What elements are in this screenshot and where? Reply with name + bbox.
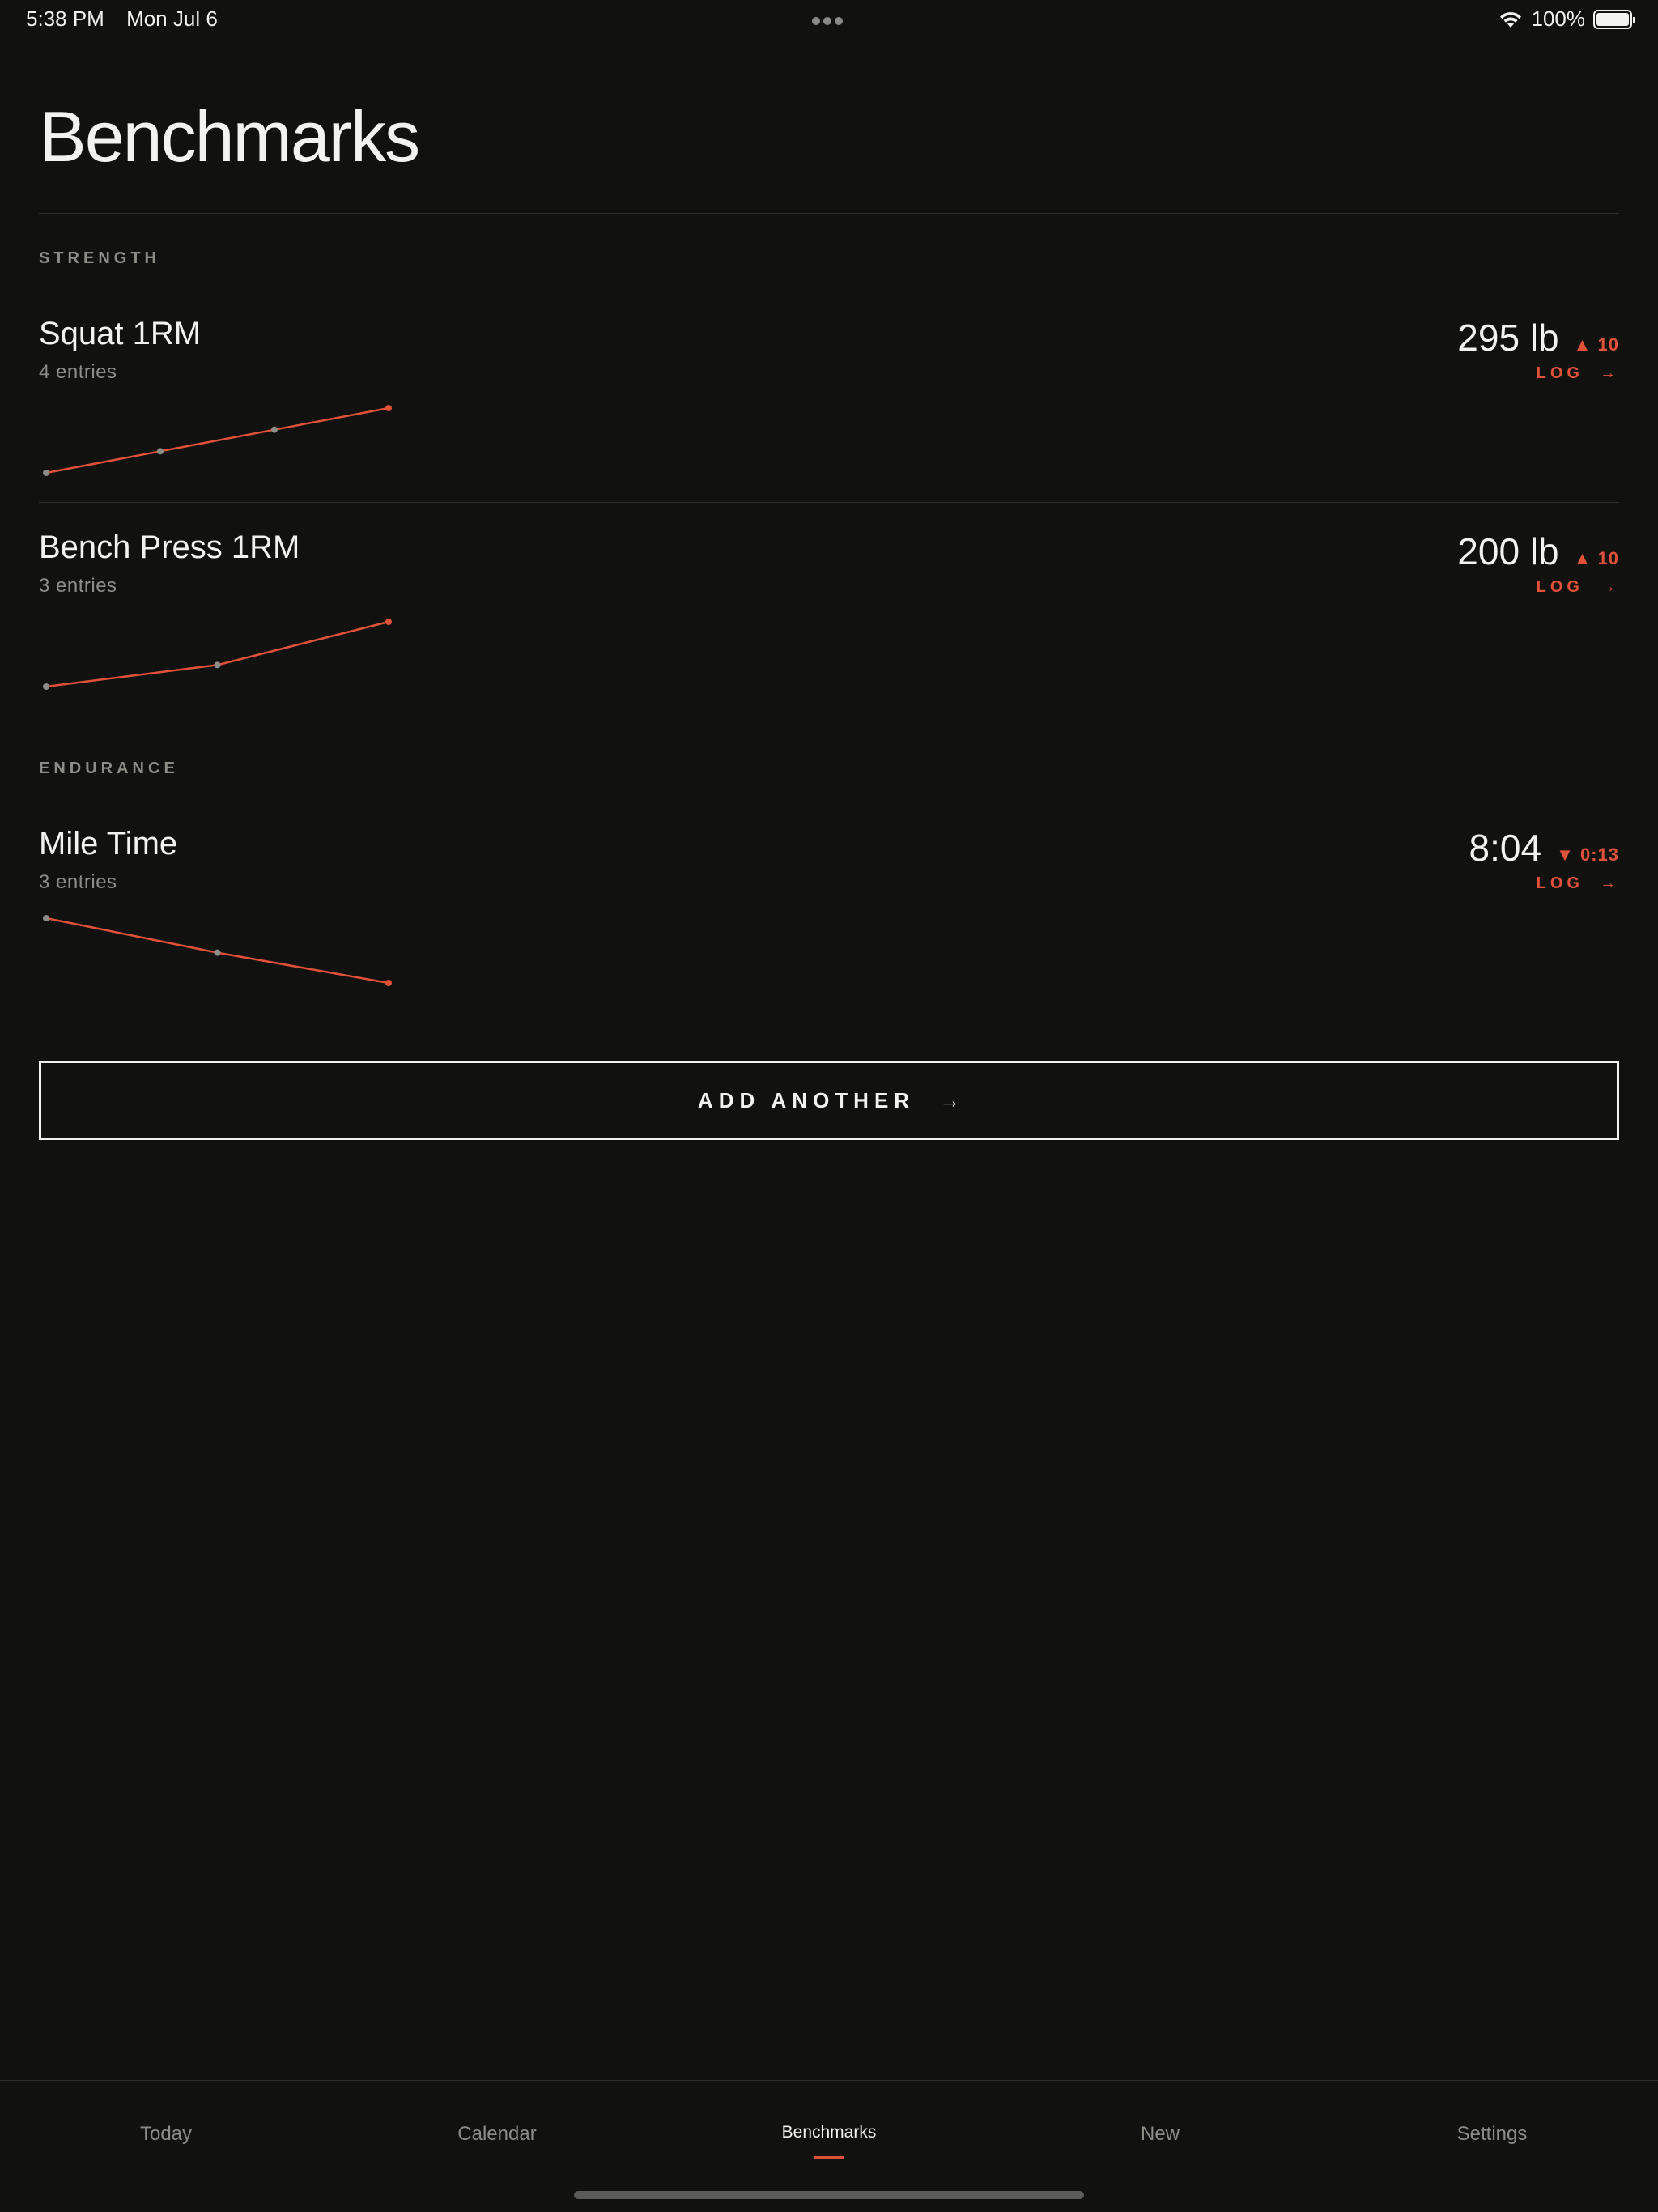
log-button-label: LOG [1536, 578, 1584, 596]
trend-point [385, 619, 392, 625]
benchmark-name: Squat 1RM [39, 316, 202, 351]
trend-point [385, 980, 392, 986]
benchmark-value: 295 lb [1457, 317, 1559, 359]
tab-calendar[interactable]: Calendar [376, 2123, 619, 2146]
tab-new[interactable]: New [1039, 2123, 1282, 2146]
home-indicator[interactable] [574, 2191, 1084, 2199]
wifi-icon [1499, 11, 1521, 28]
trend-point [271, 426, 278, 433]
benchmark-name: Bench Press 1RM [39, 530, 300, 565]
status-time-date: 5:38 PM Mon Jul 6 [26, 6, 234, 32]
benchmark-value-row: 295 lb ▲ 10 [1457, 316, 1619, 359]
benchmark-value: 200 lb [1457, 530, 1559, 572]
log-button[interactable]: LOG → [1537, 578, 1616, 597]
add-another-label: ADD ANOTHER [697, 1087, 916, 1112]
row-divider [39, 502, 1619, 503]
arrow-right-icon: → [1600, 874, 1616, 892]
trend-line [45, 406, 389, 474]
trend-sparkline [43, 405, 392, 476]
arrow-right-icon: → [1600, 364, 1616, 382]
benchmark-name: Mile Time [39, 826, 178, 861]
benchmark-entries: 3 entries [39, 871, 117, 893]
tab-today[interactable]: Today [45, 2123, 287, 2146]
status-date: Mon Jul 6 [126, 6, 218, 31]
arrow-right-icon: → [1600, 578, 1616, 596]
trend-sparkline [43, 619, 392, 690]
status-right: 100% [1498, 6, 1635, 32]
page-title: Benchmarks [39, 96, 420, 177]
trend-point [214, 661, 221, 669]
tab-settings[interactable]: Settings [1371, 2123, 1613, 2146]
title-divider [39, 213, 1619, 214]
status-time: 5:38 PM [26, 6, 104, 31]
trend-point [214, 949, 221, 956]
tab-bar-divider [0, 2080, 1658, 2081]
trend-sparkline [43, 915, 392, 986]
tab-benchmarks[interactable]: Benchmarks [708, 2123, 950, 2142]
benchmark-delta: ▼ 0:13 [1556, 844, 1619, 865]
trend-point [43, 915, 49, 921]
log-button[interactable]: LOG → [1537, 874, 1616, 893]
log-button[interactable]: LOG → [1537, 364, 1616, 383]
battery-icon [1593, 9, 1635, 29]
trend-point [43, 683, 49, 690]
section-label-strength: STRENGTH [39, 249, 160, 267]
benchmark-delta: ▲ 10 [1573, 548, 1619, 568]
benchmark-value-row: 200 lb ▲ 10 [1457, 530, 1619, 573]
log-button-label: LOG [1536, 874, 1584, 892]
log-button-label: LOG [1536, 364, 1584, 382]
trend-point [43, 470, 49, 476]
arrow-right-icon: → [939, 1087, 961, 1112]
add-another-button[interactable]: ADD ANOTHER → [39, 1061, 1619, 1140]
more-dots-icon[interactable] [812, 15, 846, 25]
battery-percent: 100% [1531, 6, 1586, 31]
benchmark-squat[interactable]: Squat 1RM 4 entries 295 lb ▲ 10 LOG → [39, 316, 1619, 478]
benchmark-bench-press[interactable]: Bench Press 1RM 3 entries 200 lb ▲ 10 LO… [39, 530, 1619, 691]
trend-point [157, 448, 164, 455]
benchmark-value: 8:04 [1469, 827, 1542, 869]
trend-line [45, 620, 389, 688]
benchmark-entries: 4 entries [39, 361, 117, 383]
benchmark-mile-time[interactable]: Mile Time 3 entries 8:04 ▼ 0:13 LOG → [39, 826, 1619, 988]
status-bar: 5:38 PM Mon Jul 6 100% [0, 0, 1658, 39]
trend-point [385, 405, 392, 411]
benchmark-value-row: 8:04 ▼ 0:13 [1469, 826, 1619, 870]
section-label-endurance: ENDURANCE [39, 759, 179, 777]
benchmark-entries: 3 entries [39, 575, 117, 597]
benchmark-delta: ▲ 10 [1573, 334, 1619, 355]
active-tab-indicator [814, 2156, 844, 2159]
